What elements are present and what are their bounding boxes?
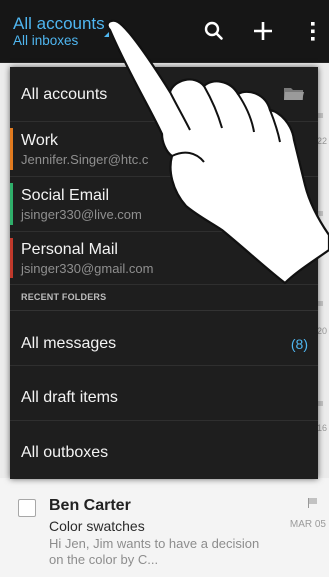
folder-item-all-outboxes[interactable]: All outboxes xyxy=(10,421,318,478)
account-email: Jennifer.Singer@htc.c xyxy=(21,152,149,167)
account-switcher[interactable]: All accounts All inboxes xyxy=(13,15,105,49)
folder-icon[interactable] xyxy=(284,87,304,101)
search-button[interactable] xyxy=(197,14,231,48)
all-accounts-label: All accounts xyxy=(21,86,108,103)
overflow-menu-icon xyxy=(311,22,315,41)
folder-label: All messages xyxy=(21,335,117,352)
edge-date: 20 xyxy=(316,326,327,336)
dropdown-caret-icon xyxy=(104,32,109,37)
unread-count: (8) xyxy=(290,336,308,352)
account-color-bar xyxy=(10,183,13,225)
accounts-dropdown: All accounts Work Jennifer.Singer@htc.c … xyxy=(10,67,318,479)
select-email-checkbox[interactable] xyxy=(18,499,36,517)
page-subtitle: All inboxes xyxy=(13,33,79,48)
account-item-work[interactable]: Work Jennifer.Singer@htc.c xyxy=(10,122,318,177)
action-bar: All accounts All inboxes xyxy=(0,0,329,63)
account-item-personal-mail[interactable]: Personal Mail jsinger330@gmail.com xyxy=(10,232,318,285)
edge-date: 16 xyxy=(316,423,327,433)
email-preview: Hi Jen, Jim wants to have a decision on … xyxy=(49,536,260,567)
compose-button[interactable] xyxy=(246,14,280,48)
edge-date: 22 xyxy=(316,136,327,146)
account-email: jsinger330@live.com xyxy=(21,207,142,222)
email-sender: Ben Carter xyxy=(49,497,131,514)
folder-label: All draft items xyxy=(21,389,118,406)
account-item-social-email[interactable]: Social Email jsinger330@live.com xyxy=(10,177,318,232)
search-icon xyxy=(204,21,223,40)
folder-label: All outboxes xyxy=(21,444,109,461)
account-name: Work xyxy=(21,132,59,149)
account-email: jsinger330@gmail.com xyxy=(21,261,154,276)
flag-icon[interactable] xyxy=(308,498,319,508)
folder-item-all-draft-items[interactable]: All draft items xyxy=(10,366,318,421)
recent-folders-label: RECENT FOLDERS xyxy=(21,292,107,302)
folder-item-all-messages[interactable]: All messages (8) xyxy=(10,311,318,366)
account-color-bar xyxy=(10,128,13,170)
plus-icon xyxy=(254,22,272,40)
overflow-menu-button[interactable] xyxy=(296,14,329,48)
all-accounts-item[interactable]: All accounts xyxy=(10,67,318,122)
account-color-bar xyxy=(10,238,13,278)
email-subject: Color swatches xyxy=(49,518,145,534)
email-list-item[interactable]: Ben Carter Color swatches Hi Jen, Jim wa… xyxy=(0,478,329,577)
page-title: All accounts xyxy=(13,14,105,33)
recent-folders-header: RECENT FOLDERS xyxy=(10,285,318,311)
account-name: Social Email xyxy=(21,187,110,204)
email-date: MAR 05 xyxy=(289,519,326,530)
account-name: Personal Mail xyxy=(21,241,118,258)
